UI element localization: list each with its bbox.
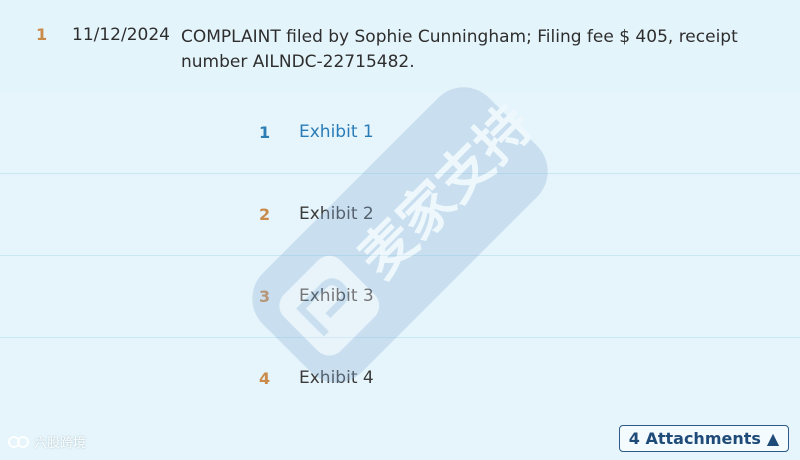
brand-watermark: 六股跨境: [8, 432, 86, 451]
attachment-row[interactable]: 4 Exhibit 4: [0, 338, 800, 419]
attachment-row[interactable]: 1 Exhibit 1: [0, 92, 800, 174]
attachments-toggle-button[interactable]: 4 Attachments ▲: [619, 425, 789, 452]
attachment-row[interactable]: 3 Exhibit 3: [0, 256, 800, 338]
entry-date: 11/12/2024: [72, 25, 170, 45]
attachment-list: 1 Exhibit 1 2 Exhibit 2 3 Exhibit 3 4 Ex…: [0, 92, 800, 419]
docket-entry: 1 11/12/2024 COMPLAINT filed by Sophie C…: [0, 0, 800, 92]
attachments-toggle-label: 4 Attachments: [628, 429, 761, 448]
brand-text: 六股跨境: [34, 436, 87, 451]
attachment-number: 4: [259, 369, 271, 388]
attachment-link[interactable]: Exhibit 3: [299, 286, 374, 306]
attachment-link[interactable]: Exhibit 2: [299, 204, 374, 224]
attachment-number: 1: [259, 123, 271, 142]
attachment-number: 3: [259, 287, 271, 306]
attachment-link[interactable]: Exhibit 4: [299, 368, 374, 388]
attachment-row[interactable]: 2 Exhibit 2: [0, 174, 800, 256]
attachment-number: 2: [259, 205, 271, 224]
entry-description: COMPLAINT filed by Sophie Cunningham; Fi…: [181, 27, 738, 72]
entry-number: 1: [36, 25, 48, 44]
attachment-link[interactable]: Exhibit 1: [299, 122, 374, 142]
caret-up-icon: ▲: [766, 429, 780, 448]
brand-logo-icon: [8, 435, 29, 448]
